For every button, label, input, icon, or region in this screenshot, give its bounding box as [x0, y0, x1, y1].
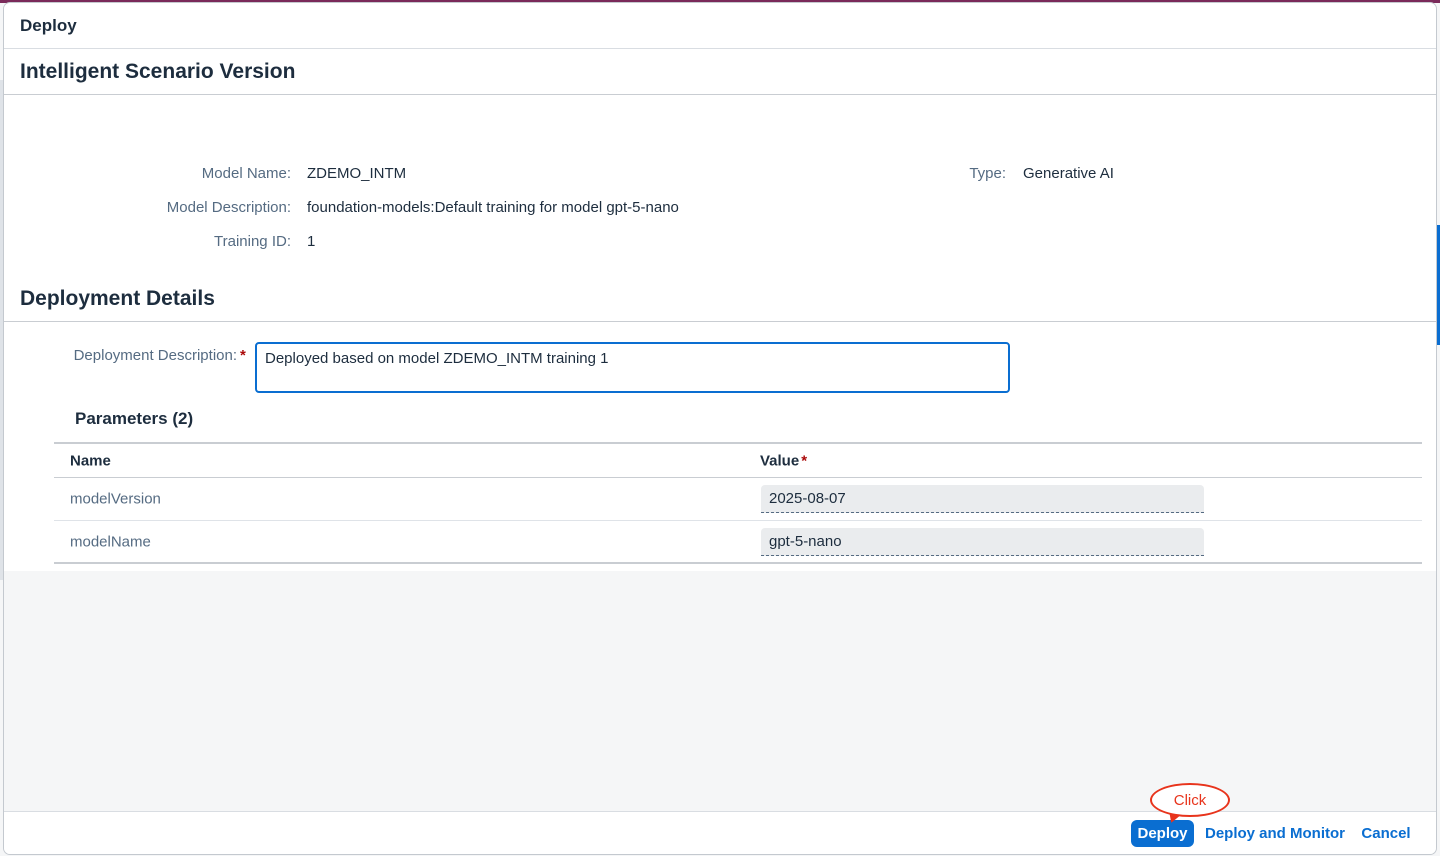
model-description-value: foundation-models:Default training for m…	[307, 199, 679, 216]
column-header-name: Name	[70, 452, 111, 469]
table-row: modelName gpt-5-nano	[54, 521, 1422, 564]
dialog-header: Deploy	[4, 3, 1436, 49]
model-description-row: Model Description: foundation-models:Def…	[4, 199, 679, 216]
parameters-table: Name Value * modelVersion 2025-08-07 mode…	[54, 442, 1422, 564]
type-value: Generative AI	[1023, 165, 1114, 182]
type-value-row: Generative AI	[1023, 165, 1114, 182]
param-value-input[interactable]: gpt-5-nano	[761, 528, 1204, 556]
column-header-value: Value *	[760, 452, 807, 469]
training-id-label: Training ID:	[214, 233, 291, 250]
click-callout: Click	[1150, 783, 1230, 817]
required-marker: *	[801, 452, 808, 469]
training-id-value: 1	[307, 233, 316, 250]
dialog-content: Intelligent Scenario Version Model Name:…	[4, 49, 1436, 571]
column-header-value-text: Value	[760, 452, 800, 469]
section-title-scenario: Intelligent Scenario Version	[4, 49, 1436, 95]
deploy-and-monitor-button[interactable]: Deploy and Monitor	[1205, 820, 1345, 847]
parameters-title: Parameters (2)	[75, 409, 194, 428]
type-row: Type:	[4, 165, 1006, 182]
table-header-row: Name Value *	[54, 444, 1422, 478]
table-row: modelVersion 2025-08-07	[54, 478, 1422, 521]
deploy-dialog: Deploy Intelligent Scenario Version Mode…	[4, 3, 1436, 854]
required-marker: *	[240, 347, 246, 364]
deployment-description-row: Deployment Description: *	[4, 347, 246, 364]
section-title-deployment: Deployment Details	[4, 276, 1436, 322]
deployment-description-label: Deployment Description:	[73, 347, 237, 364]
dialog-title: Deploy	[20, 15, 77, 35]
cancel-button[interactable]: Cancel	[1356, 820, 1416, 847]
param-value-input[interactable]: 2025-08-07	[761, 485, 1204, 513]
deployment-description-input[interactable]: Deployed based on model ZDEMO_INTM train…	[255, 342, 1010, 393]
model-description-label: Model Description:	[166, 199, 291, 216]
training-id-row: Training ID: 1	[4, 233, 315, 250]
background-app-scroll-indicator	[1436, 225, 1440, 345]
type-label: Type:	[969, 165, 1006, 182]
dialog-footer: Deploy Deploy and Monitor Cancel	[4, 811, 1436, 854]
param-name: modelName	[70, 533, 151, 550]
param-name: modelVersion	[70, 490, 161, 508]
deploy-button[interactable]: Deploy	[1131, 820, 1194, 847]
